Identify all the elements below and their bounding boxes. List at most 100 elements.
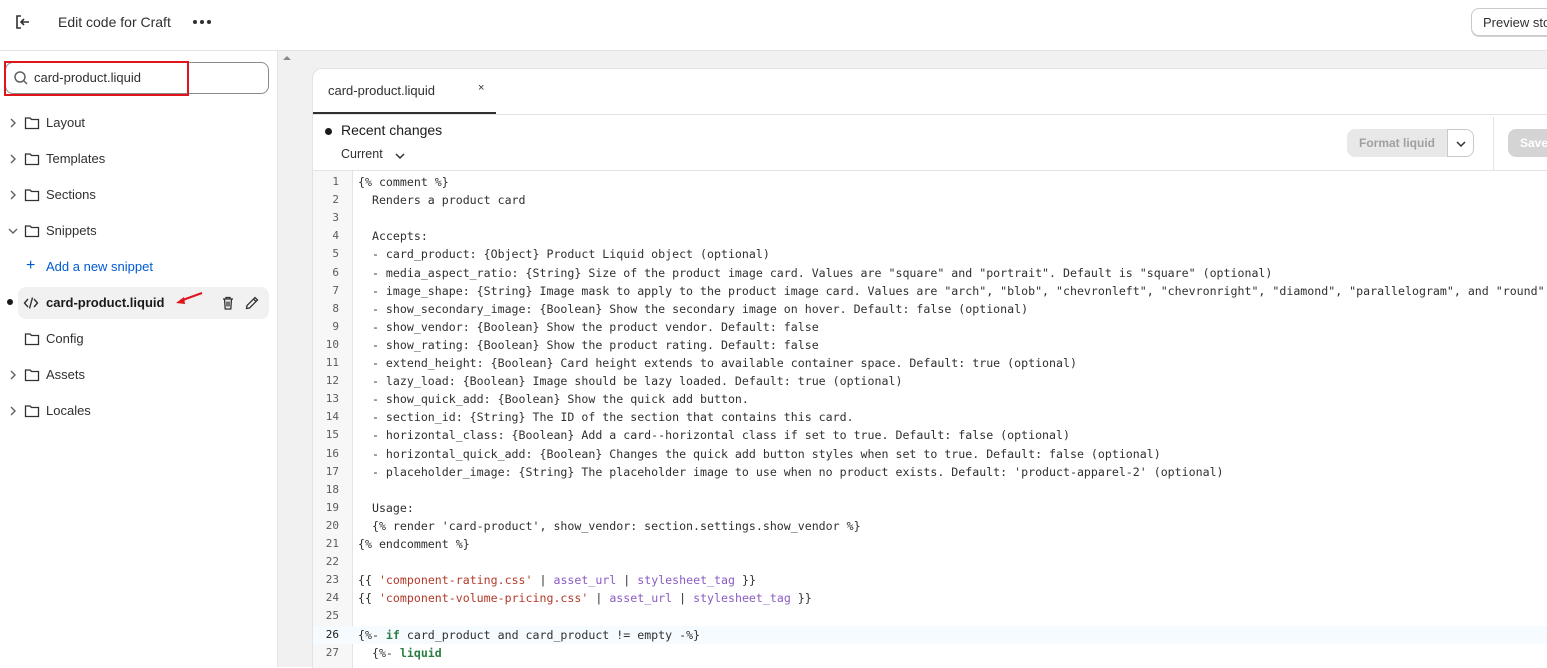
folder-icon	[24, 189, 40, 202]
chevron-right-icon	[10, 190, 16, 200]
code-line[interactable]: 16 - horizontal_quick_add: {Boolean} Cha…	[313, 445, 1547, 463]
code-text: {% endcomment %}	[358, 537, 470, 551]
code-line[interactable]: 15 - horizontal_class: {Boolean} Add a c…	[313, 426, 1547, 444]
line-number: 8	[332, 301, 339, 315]
scroll-up-icon[interactable]	[283, 54, 291, 62]
line-number: 4	[332, 229, 339, 243]
code-line[interactable]: 18	[313, 481, 1547, 499]
code-line[interactable]: 24 {{ 'component-volume-pricing.css' | as…	[313, 589, 1547, 607]
code-line[interactable]: 13 - show_quick_add: {Boolean} Show the …	[313, 390, 1547, 408]
code-line[interactable]: 12 - lazy_load: {Boolean} Image should b…	[313, 372, 1547, 390]
line-number: 11	[325, 356, 339, 369]
plus-icon: +	[26, 257, 36, 274]
recent-changes-title: Recent changes	[341, 122, 443, 138]
chevron-down-icon[interactable]	[395, 152, 405, 160]
line-number: 14	[325, 410, 339, 424]
exit-icon[interactable]	[13, 12, 33, 32]
highlight-annotation	[4, 61, 189, 96]
folder-locales[interactable]: Locales	[0, 395, 269, 427]
divider	[1493, 117, 1494, 170]
preview-store-button[interactable]: Preview store	[1471, 8, 1547, 36]
line-number: 3	[332, 211, 339, 225]
close-icon[interactable]: ×	[478, 82, 484, 94]
code-text: - show_secondary_image: {Boolean} Show t…	[358, 301, 1029, 316]
line-number: 9	[332, 319, 339, 333]
chevron-down-icon	[8, 228, 18, 234]
line-number: 27	[325, 645, 339, 659]
format-options-button[interactable]	[1447, 129, 1474, 157]
code-text: - show_rating: {Boolean} Show the produc…	[358, 337, 819, 352]
folder-layout[interactable]: Layout	[0, 107, 269, 139]
save-button[interactable]: Save	[1508, 129, 1547, 157]
line-number: 16	[325, 446, 339, 460]
code-text: - section_id: {String} The ID of the sec…	[358, 410, 854, 425]
folder-label: Snippets	[46, 223, 97, 238]
code-line[interactable]: 19 Usage:	[313, 499, 1547, 517]
code-line[interactable]: 17 - placeholder_image: {String} The pla…	[313, 463, 1547, 481]
code-line[interactable]: 23 {{ 'component-rating.css' | asset_url …	[313, 571, 1547, 589]
code-text: - media_aspect_ratio: {String} Size of t…	[358, 265, 1273, 280]
add-snippet-label: Add a new snippet	[46, 259, 153, 274]
pencil-icon[interactable]	[244, 295, 260, 311]
code-line[interactable]: 20 {% render 'card-product', show_vendor…	[313, 517, 1547, 535]
folder-sections[interactable]: Sections	[0, 179, 269, 211]
line-number: 1	[332, 175, 339, 188]
code-line[interactable]: 2 Renders a product card	[313, 191, 1547, 209]
divider	[313, 170, 1547, 171]
code-line[interactable]: 7 - image_shape: {String} Image mask to …	[313, 282, 1547, 300]
file-label: card-product.liquid	[46, 295, 165, 310]
line-number: 21	[325, 537, 339, 550]
unsaved-indicator-dot	[325, 128, 332, 135]
code-line[interactable]: 25	[313, 607, 1547, 625]
code-line[interactable]: 14 - section_id: {String} The ID of the …	[313, 408, 1547, 426]
chevron-right-icon	[10, 154, 16, 164]
code-line[interactable]: 4 Accepts:	[313, 227, 1547, 245]
folder-icon	[24, 153, 40, 166]
folder-assets[interactable]: Assets	[0, 359, 269, 391]
line-number: 12	[325, 374, 339, 388]
line-number: 15	[325, 428, 339, 442]
code-line[interactable]: 8 - show_secondary_image: {Boolean} Show…	[313, 300, 1547, 318]
folder-snippets[interactable]: Snippets	[0, 215, 269, 247]
code-line[interactable]: 11 - extend_height: {Boolean} Card heigh…	[313, 354, 1547, 372]
code-text: - card_product: {Object} Product Liquid …	[358, 247, 770, 262]
tab-card-product[interactable]: card-product.liquid ×	[313, 69, 496, 114]
unsaved-indicator-dot	[7, 299, 13, 305]
folder-label: Assets	[46, 367, 86, 382]
line-number: 22	[325, 555, 339, 569]
format-liquid-button[interactable]: Format liquid	[1347, 129, 1447, 157]
line-number: 10	[325, 337, 339, 351]
code-line[interactable]: 6 - media_aspect_ratio: {String} Size of…	[313, 264, 1547, 282]
more-actions-icon[interactable]	[190, 12, 214, 32]
code-text: {%- liquid	[358, 645, 442, 660]
folder-icon	[24, 117, 40, 130]
code-line[interactable]: 9 - show_vendor: {Boolean} Show the prod…	[313, 318, 1547, 336]
code-text: - show_quick_add: {Boolean} Show the qui…	[358, 392, 749, 407]
line-number: 20	[325, 518, 339, 532]
code-line[interactable]: 27 {%- liquid	[313, 644, 1547, 662]
code-line[interactable]: 22	[313, 553, 1547, 571]
file-card-product[interactable]: card-product.liquid	[18, 287, 269, 319]
code-text: {%- if card_product and card_product != …	[358, 627, 701, 642]
folder-label: Config	[46, 331, 84, 346]
code-text: - horizontal_quick_add: {Boolean} Change…	[358, 446, 1161, 461]
code-line[interactable]: 21 {% endcomment %}	[313, 535, 1547, 553]
top-bar: Edit code for Craft Preview store	[0, 0, 1547, 51]
line-number: 26	[325, 627, 339, 641]
folder-icon	[24, 333, 40, 346]
folder-icon	[24, 225, 40, 238]
add-snippet-link[interactable]: + Add a new snippet	[0, 251, 269, 283]
line-number: 2	[332, 193, 339, 207]
code-icon	[23, 297, 39, 309]
code-text: - horizontal_class: {Boolean} Add a card…	[358, 428, 1070, 443]
code-line[interactable]: 5 - card_product: {Object} Product Liqui…	[313, 245, 1547, 263]
code-line[interactable]: 3	[313, 209, 1547, 227]
trash-icon[interactable]	[220, 295, 236, 311]
code-line[interactable]: 10 - show_rating: {Boolean} Show the pro…	[313, 336, 1547, 354]
folder-templates[interactable]: Templates	[0, 143, 269, 175]
code-line[interactable]: 26 {%- if card_product and card_product !…	[313, 625, 1547, 644]
folder-config[interactable]: Config	[0, 323, 269, 355]
code-line[interactable]: 1 {% comment %}	[313, 173, 1547, 191]
version-select[interactable]: Current	[341, 147, 383, 161]
line-number: 17	[325, 464, 339, 478]
